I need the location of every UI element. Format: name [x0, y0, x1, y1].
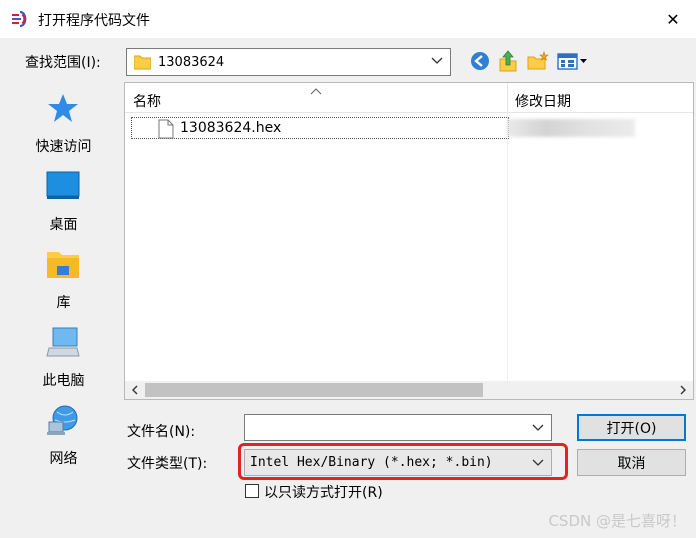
view-menu-button[interactable]: [556, 52, 590, 74]
readonly-label: 以只读方式打开(R): [264, 485, 383, 501]
look-in-label: 查找范围(I):: [25, 55, 101, 71]
view-menu-icon: [557, 52, 589, 74]
place-label: 快速访问: [35, 139, 92, 155]
place-network[interactable]: 网络: [7, 404, 120, 476]
cancel-button[interactable]: 取消: [577, 449, 686, 476]
place-this-pc[interactable]: 此电脑: [7, 326, 120, 398]
app-logo-icon: [10, 10, 30, 28]
place-desktop[interactable]: 桌面: [7, 170, 120, 242]
file-icon: [158, 119, 174, 139]
open-button-label: 打开(O): [606, 420, 657, 437]
up-folder-button[interactable]: [497, 50, 519, 76]
look-in-value: 13083624: [158, 55, 225, 70]
checkbox-box[interactable]: [245, 484, 259, 498]
chevron-down-icon[interactable]: [430, 54, 444, 68]
close-icon: ✕: [666, 9, 680, 29]
filetype-value: Intel Hex/Binary (*.hex; *.bin): [250, 455, 493, 470]
computer-icon: [45, 326, 81, 360]
folder-icon: [133, 54, 152, 70]
place-quick-access[interactable]: 快速访问: [7, 92, 120, 164]
chevron-down-icon[interactable]: [531, 456, 545, 470]
column-divider[interactable]: [507, 83, 508, 113]
window-title: 打开程序代码文件: [38, 13, 150, 29]
place-label: 此电脑: [42, 373, 85, 389]
scroll-left-icon[interactable]: [128, 383, 142, 397]
look-in-combobox[interactable]: 13083624: [126, 48, 451, 76]
cancel-button-label: 取消: [617, 455, 646, 472]
filetype-select[interactable]: Intel Hex/Binary (*.hex; *.bin): [244, 449, 552, 476]
places-bar: 快速访问 桌面 库 此电脑 网络: [7, 82, 120, 530]
title-bar: 打开程序代码文件 ✕: [0, 0, 696, 38]
file-name: 13083624.hex: [180, 120, 282, 136]
close-button[interactable]: ✕: [650, 0, 696, 38]
up-folder-icon: [498, 50, 518, 76]
desktop-icon: [45, 170, 81, 204]
file-list[interactable]: 名称 修改日期 13083624.hex: [124, 82, 694, 400]
column-header: 名称 修改日期: [125, 83, 693, 113]
place-library[interactable]: 库: [7, 248, 120, 320]
back-arrow-icon: [470, 51, 490, 75]
column-divider: [507, 113, 508, 381]
sort-ascending-icon: [310, 83, 322, 95]
new-folder-button[interactable]: [527, 51, 549, 75]
column-header-date[interactable]: 修改日期: [515, 91, 571, 111]
place-label: 桌面: [49, 217, 78, 233]
quick-access-star-icon: [45, 92, 81, 126]
open-button[interactable]: 打开(O): [577, 414, 686, 441]
place-label: 网络: [49, 451, 78, 467]
horizontal-scrollbar[interactable]: [125, 381, 693, 399]
filetype-label: 文件类型(T):: [127, 456, 208, 472]
network-icon: [45, 404, 81, 438]
scroll-right-icon[interactable]: [676, 383, 690, 397]
place-label: 库: [56, 295, 71, 311]
chevron-down-icon[interactable]: [531, 421, 545, 435]
column-header-name[interactable]: 名称: [133, 91, 161, 111]
file-modified-date-redacted: [507, 119, 635, 137]
scrollbar-thumb[interactable]: [145, 383, 483, 397]
back-button[interactable]: [469, 52, 491, 74]
new-folder-icon: [527, 51, 549, 75]
library-icon: [45, 248, 81, 282]
list-item[interactable]: 13083624.hex: [131, 117, 509, 139]
open-file-dialog: 打开程序代码文件 ✕ 查找范围(I): 13083624 快速访问 桌面 库 此…: [0, 0, 696, 538]
filename-input[interactable]: [244, 414, 552, 441]
filename-label: 文件名(N):: [127, 424, 196, 440]
watermark: CSDN @是七喜呀！: [548, 512, 686, 530]
